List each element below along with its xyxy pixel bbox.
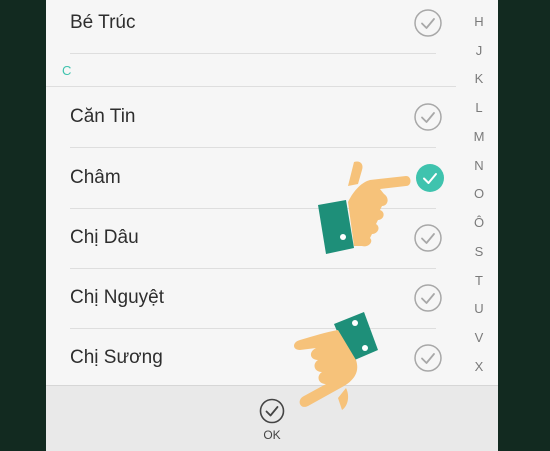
index-letter[interactable]: V <box>460 330 498 345</box>
index-letter[interactable]: U <box>460 301 498 316</box>
pointing-hand-icon <box>294 312 378 410</box>
index-letter[interactable]: K <box>460 71 498 86</box>
section-header-c: C <box>62 63 72 78</box>
contact-name: Chị Dâu <box>70 227 139 248</box>
index-letter[interactable]: O <box>460 186 498 201</box>
contact-name: Chị Nguyệt <box>70 287 164 308</box>
index-letter[interactable]: S <box>460 244 498 259</box>
ok-label: OK <box>263 428 281 442</box>
index-letter[interactable]: L <box>460 100 498 115</box>
checkbox-unchecked-icon[interactable] <box>414 344 442 372</box>
pointing-hand-icon <box>318 161 411 254</box>
index-letter[interactable]: T <box>460 273 498 288</box>
contact-picker-screen: Bé Trúc C Căn Tin Châm Chị Dâu Chị Nguyệ… <box>46 0 498 451</box>
contact-name: Căn Tin <box>70 106 136 127</box>
contact-name: Châm <box>70 167 121 188</box>
checkbox-unchecked-icon[interactable] <box>414 284 442 312</box>
index-letter[interactable]: Ô <box>460 215 498 230</box>
bottom-action-bar: OK <box>46 385 498 451</box>
contact-row-can-tin[interactable]: Căn Tin <box>46 87 456 147</box>
contact-row-chi-nguyet[interactable]: Chị Nguyệt <box>46 268 456 328</box>
contact-row-be-truc[interactable]: Bé Trúc <box>46 0 456 53</box>
checkbox-unchecked-icon[interactable] <box>414 9 442 37</box>
check-circle-icon[interactable] <box>259 398 285 424</box>
contact-name: Chị Sương <box>70 347 163 368</box>
divider <box>70 53 436 54</box>
index-letter[interactable]: H <box>460 14 498 29</box>
contact-name: Bé Trúc <box>70 12 136 33</box>
alphabet-index-scrollbar[interactable]: H J K L M N O Ô S T U V X <box>460 0 498 385</box>
index-letter[interactable]: J <box>460 43 498 58</box>
index-letter[interactable]: N <box>460 158 498 173</box>
index-letter[interactable]: X <box>460 359 498 374</box>
checkbox-unchecked-icon[interactable] <box>414 103 442 131</box>
index-letter[interactable]: M <box>460 129 498 144</box>
contact-row-chi-suong[interactable]: Chị Sương <box>46 328 456 388</box>
